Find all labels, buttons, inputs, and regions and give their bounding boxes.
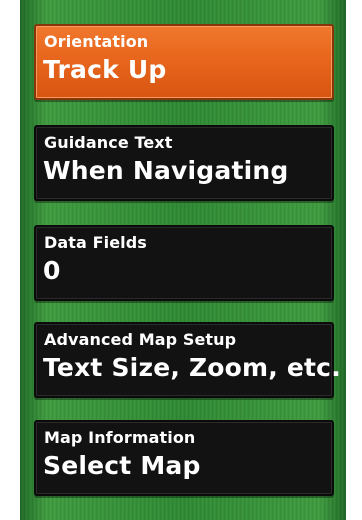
menu-item-map-information[interactable]: Map Information Select Map: [34, 420, 334, 496]
menu-item-data-fields[interactable]: Data Fields 0: [34, 225, 334, 301]
menu-item-orientation[interactable]: Orientation Track Up: [34, 24, 334, 100]
menu-item-value: Text Size, Zoom, etc.: [43, 353, 341, 382]
menu-item-label: Orientation: [44, 32, 149, 51]
menu-item-value: Track Up: [43, 55, 167, 84]
menu-item-value: 0: [43, 256, 61, 285]
menu-item-advanced-map-setup[interactable]: Advanced Map Setup Text Size, Zoom, etc.: [34, 322, 341, 398]
settings-menu-panel: Orientation Track Up Guidance Text When …: [20, 0, 346, 520]
menu-item-label: Advanced Map Setup: [44, 330, 237, 349]
menu-item-label: Guidance Text: [44, 133, 173, 152]
menu-item-label: Map Information: [44, 428, 196, 447]
menu-item-guidance-text[interactable]: Guidance Text When Navigating: [34, 125, 334, 201]
menu-item-label: Data Fields: [44, 233, 147, 252]
menu-item-value: Select Map: [43, 451, 201, 480]
menu-item-value: When Navigating: [43, 156, 289, 185]
